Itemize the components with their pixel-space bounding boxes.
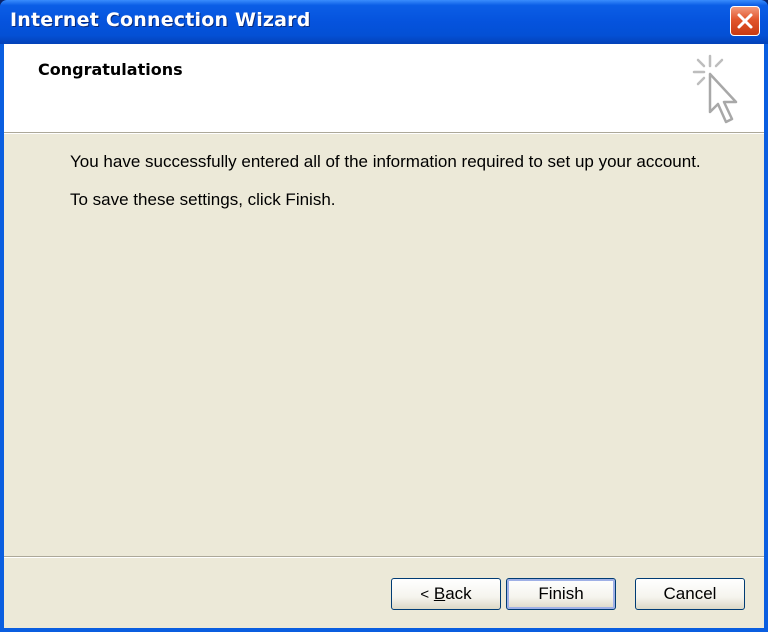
cancel-button[interactable]: Cancel [635, 578, 745, 610]
window-title: Internet Connection Wizard [10, 9, 311, 31]
wizard-header: Congratulations [4, 44, 764, 133]
wizard-cursor-icon [692, 54, 738, 124]
back-label-rest: ack [445, 584, 472, 603]
wizard-body: Congratulations You have successfully en… [4, 44, 764, 628]
back-mnemonic: B [433, 584, 446, 603]
header-divider [4, 133, 764, 134]
close-icon [737, 13, 753, 29]
finish-button[interactable]: Finish [506, 578, 616, 610]
success-message: You have successfully entered all of the… [70, 152, 701, 171]
footer-divider-highlight [4, 557, 764, 558]
back-arrow-glyph: < [420, 586, 430, 603]
wizard-window: Internet Connection Wizard Congratulatio… [0, 0, 768, 632]
title-bar[interactable]: Internet Connection Wizard [0, 0, 768, 44]
finish-instruction: To save these settings, click Finish. [70, 190, 336, 209]
page-title: Congratulations [38, 60, 183, 79]
back-button[interactable]: < Back [391, 578, 501, 610]
close-button[interactable] [730, 6, 760, 36]
